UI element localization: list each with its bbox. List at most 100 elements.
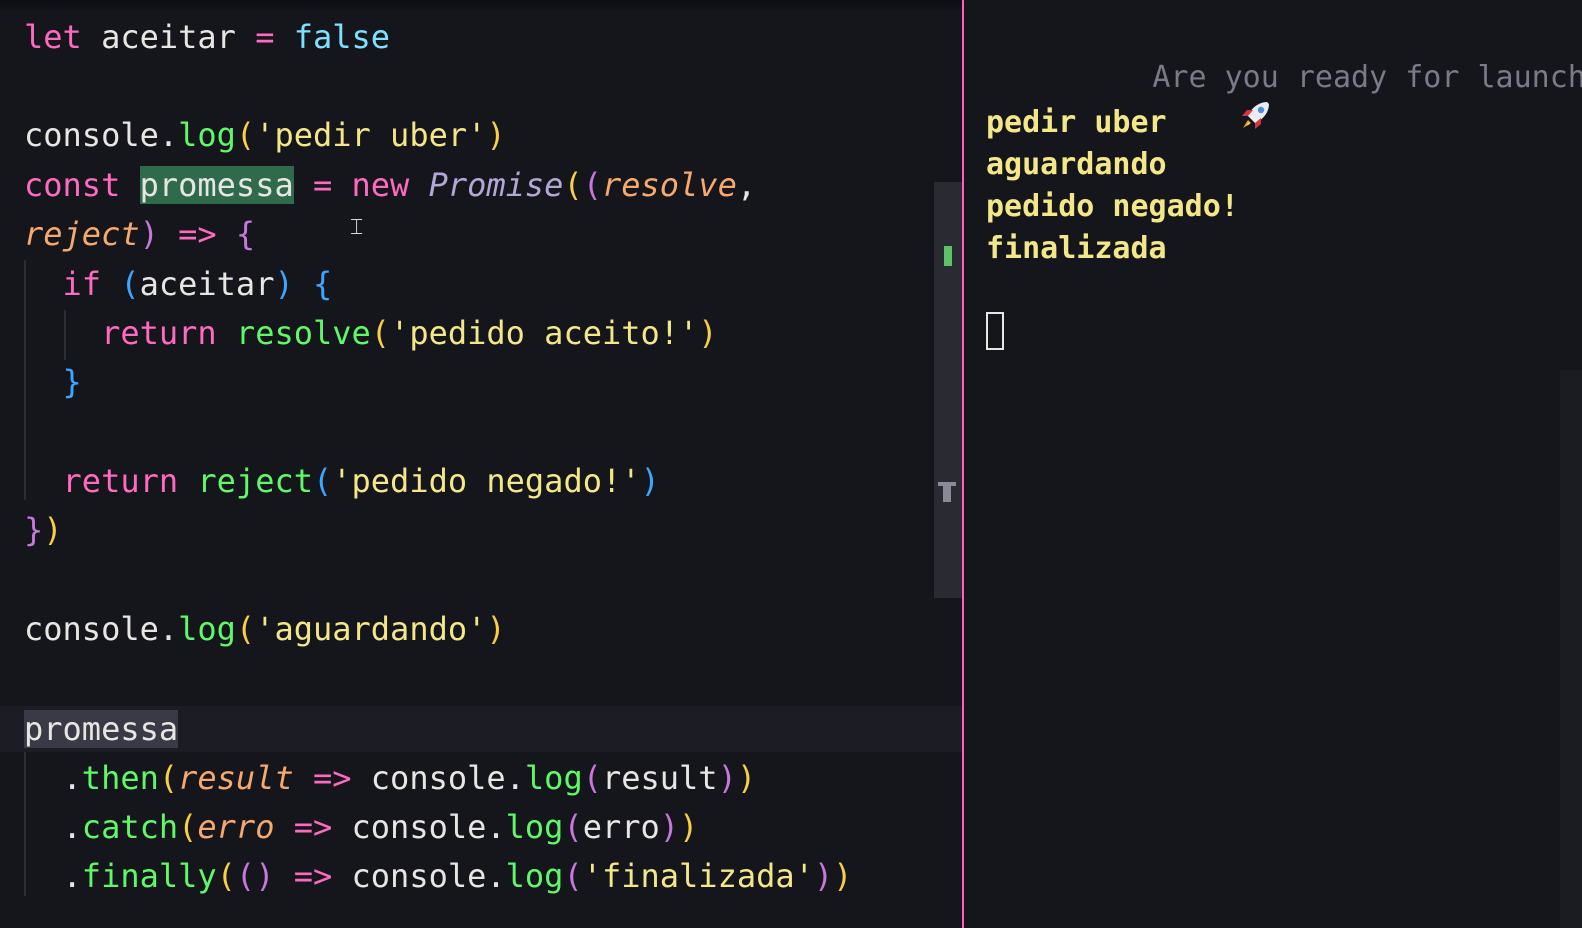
code-token: reject	[24, 215, 140, 253]
code-token: console	[332, 808, 487, 846]
code-token: console	[351, 759, 506, 797]
code-token: (	[120, 265, 140, 303]
code-token: log	[505, 857, 564, 895]
screen: let aceitar = false console.log('pedir u…	[0, 0, 1582, 928]
editor-scrollbar[interactable]	[934, 182, 962, 598]
code-token: promessa	[139, 166, 294, 204]
code-line-17[interactable]: .catch(erro => console.log(erro))	[24, 804, 699, 850]
code-token: catch	[81, 808, 179, 846]
code-token: {	[312, 265, 333, 303]
terminal-cursor	[986, 312, 1004, 350]
code-token: promessa	[24, 710, 179, 748]
code-token: const	[24, 166, 121, 204]
code-token: result	[178, 759, 294, 797]
code-token: return	[24, 314, 236, 352]
code-line-10[interactable]: return reject('pedido negado!')	[24, 458, 660, 504]
code-token: resolve	[601, 166, 737, 204]
editor-top-shadow	[0, 0, 962, 12]
code-token: )	[679, 808, 699, 846]
code-token: .	[486, 857, 506, 895]
code-token: erro	[197, 808, 275, 846]
code-line-18[interactable]: .finally(() => console.log('finalizada')…	[24, 853, 853, 899]
code-token: if	[24, 265, 121, 303]
code-line-16[interactable]: .then(result => console.log(result))	[24, 755, 757, 801]
terminal-prompt: Are you ready for launch?	[984, 18, 1582, 129]
code-editor[interactable]: let aceitar = false console.log('pedir u…	[0, 0, 962, 928]
code-token: 'aguardando'	[255, 610, 487, 648]
rocket-icon	[1092, 58, 1269, 129]
code-line-6[interactable]: if (aceitar) {	[24, 261, 333, 307]
text-cursor-icon: ⌶	[350, 215, 364, 240]
code-token: let	[24, 18, 82, 56]
code-token: (	[582, 759, 602, 797]
code-token: )	[274, 265, 294, 303]
code-token: 'pedir uber'	[255, 116, 487, 154]
terminal-output-line: pedir uber	[986, 105, 1167, 140]
code-token: {	[235, 215, 256, 253]
code-token: .	[24, 808, 82, 846]
code-token: .	[505, 759, 525, 797]
code-token: ,	[736, 166, 757, 204]
code-line-7[interactable]: return resolve('pedido aceito!')	[24, 310, 718, 356]
code-token: Promise	[428, 166, 564, 204]
code-token: )	[43, 511, 63, 549]
code-token: )	[486, 610, 506, 648]
code-token: result	[601, 759, 718, 797]
code-token: (	[312, 462, 333, 500]
code-token: (	[563, 857, 583, 895]
code-token: aceitar	[139, 265, 275, 303]
code-token: console	[332, 857, 487, 895]
code-token: )	[139, 215, 159, 253]
code-token: )	[698, 314, 718, 352]
code-token: erro	[582, 808, 660, 846]
code-token: )	[255, 857, 275, 895]
code-token: .	[24, 857, 82, 895]
code-token: console	[24, 116, 159, 154]
code-token: =>	[293, 808, 333, 846]
terminal-scrollbar[interactable]	[1560, 370, 1582, 928]
code-token: then	[81, 759, 159, 797]
code-token: console	[24, 610, 159, 648]
code-token: )	[717, 759, 737, 797]
terminal-output-line: finalizada	[986, 231, 1167, 266]
code-line-8[interactable]: }	[24, 359, 82, 405]
code-line-4[interactable]: const promessa = new Promise((resolve,	[24, 162, 756, 208]
terminal-output-line: aguardando	[986, 147, 1167, 182]
code-line-13[interactable]: console.log('aguardando')	[24, 606, 506, 652]
terminal-pane[interactable]: Are you ready for launch? pedir uber agu…	[964, 0, 1582, 928]
code-token: aceitar	[81, 18, 256, 56]
code-line-1[interactable]: let aceitar = false	[24, 14, 390, 60]
code-token: .	[486, 808, 506, 846]
code-line-15[interactable]: promessa	[24, 706, 179, 752]
scrollbar-cursor-marker	[938, 482, 956, 502]
code-token: (	[563, 166, 583, 204]
code-token: =	[255, 18, 275, 56]
code-token: )	[833, 857, 853, 895]
terminal-output-line: pedido negado!	[986, 189, 1239, 224]
code-token: }	[62, 363, 82, 401]
code-line-11[interactable]: })	[24, 507, 63, 553]
code-token: (	[235, 116, 256, 154]
code-token: .	[158, 610, 179, 648]
code-line-5[interactable]: reject) => {	[24, 211, 255, 257]
code-token: =>	[293, 857, 333, 895]
code-line-3[interactable]: console.log('pedir uber')	[24, 112, 506, 158]
code-token: reject	[197, 462, 313, 500]
code-token: }	[24, 511, 44, 549]
code-token: log	[178, 116, 236, 154]
code-token: return	[24, 462, 198, 500]
code-token: 'finalizada'	[582, 857, 814, 895]
code-token: log	[524, 759, 583, 797]
code-token: (	[370, 314, 391, 352]
code-token: (	[235, 857, 256, 895]
prompt-text: Are you ready for launch?	[1152, 60, 1582, 95]
code-token: )	[813, 857, 834, 895]
